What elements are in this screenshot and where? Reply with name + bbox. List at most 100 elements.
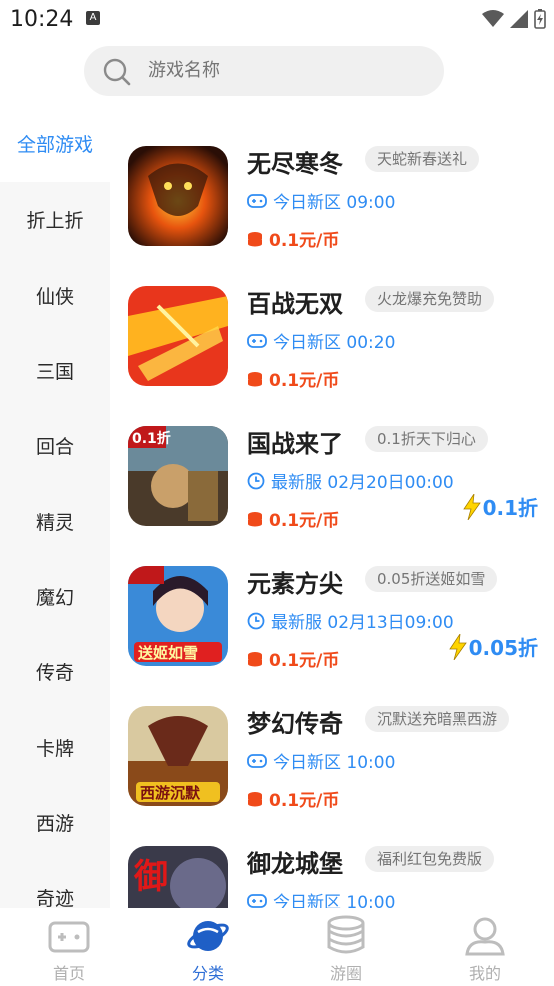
game-title: 元素方尖 xyxy=(247,570,343,598)
sidebar-item-all-games[interactable]: 全部游戏 xyxy=(0,130,110,157)
game-promo-tag: 0.05折送姬如雪 xyxy=(365,566,498,592)
game-price: 0.1元/币 xyxy=(247,366,339,391)
nav-category[interactable]: 分类 xyxy=(158,908,258,986)
game-title: 梦幻传奇 xyxy=(247,710,343,738)
coin-stack-icon xyxy=(248,651,262,666)
game-price: 0.1元/币 xyxy=(247,646,339,671)
game-promo-tag: 沉默送充暗黑西游 xyxy=(365,706,510,732)
stack-icon xyxy=(327,915,365,954)
gamepad-icon xyxy=(247,193,267,208)
gamepad-icon xyxy=(247,753,267,768)
sidebar-item-xianxia[interactable]: 仙侠 xyxy=(0,282,110,309)
game-price: 0.1元/币 xyxy=(247,786,339,811)
sidebar-item-xiyou[interactable]: 西游 xyxy=(0,809,110,836)
game-server-info: 今日新区 09:00 xyxy=(247,188,395,213)
game-promo-tag: 0.1折天下归心 xyxy=(365,426,488,452)
coin-stack-icon xyxy=(248,371,262,386)
sidebar-item-qiji[interactable]: 奇迹 xyxy=(0,884,110,908)
discount-text: 0.05折 xyxy=(468,636,538,660)
sidebar-item-mohuan[interactable]: 魔幻 xyxy=(0,583,110,610)
game-price-text: 0.1元/币 xyxy=(269,651,340,671)
game-list: 无尽寒冬 天蛇新春送礼 今日新区 09:00 0.1元/币 百战无双 火龙爆充免… xyxy=(110,110,554,908)
game-server-text: 最新服 02月20日00:00 xyxy=(271,473,454,493)
game-item[interactable]: 0.1折 国战来了 0.1折天下归心 最新服 02月20日00:00 0.1元/… xyxy=(110,390,554,531)
game-price-text: 0.1元/币 xyxy=(269,371,340,391)
sidebar-item-chuanqi[interactable]: 传奇 xyxy=(0,658,110,685)
status-time: 10:24 xyxy=(10,7,74,32)
game-promo-tag: 火龙爆充免赞助 xyxy=(365,286,495,312)
clock-icon xyxy=(247,472,265,489)
wifi-icon xyxy=(482,10,504,27)
bottom-nav: 首页 分类 游圈 我的 xyxy=(0,908,554,986)
game-title: 国战来了 xyxy=(247,430,343,458)
game-price-text: 0.1元/币 xyxy=(269,511,340,531)
gamepad-icon xyxy=(48,921,90,953)
game-thumbnail: 西游沉默 xyxy=(128,706,228,806)
game-thumbnail: 0.1折 xyxy=(128,426,228,526)
game-server-text: 今日新区 09:00 xyxy=(273,193,396,213)
nav-profile[interactable]: 我的 xyxy=(435,908,535,986)
status-icons xyxy=(482,9,546,29)
search-bar[interactable] xyxy=(84,46,444,96)
sidebar-item-sanguo[interactable]: 三国 xyxy=(0,357,110,384)
notification-a-icon: A xyxy=(86,11,100,25)
game-title: 无尽寒冬 xyxy=(247,150,343,178)
nav-label: 我的 xyxy=(468,964,501,983)
lightning-icon xyxy=(448,633,467,660)
gamepad-icon xyxy=(247,333,267,348)
coin-stack-icon xyxy=(248,791,262,806)
game-price: 0.1元/币 xyxy=(247,506,339,531)
thumb-label: 0.1折 xyxy=(132,430,171,447)
clock-icon xyxy=(247,612,265,629)
discount-text: 0.1折 xyxy=(482,496,538,520)
sidebar-item-huihe[interactable]: 回合 xyxy=(0,432,110,459)
game-item[interactable]: 百战无双 火龙爆充免赞助 今日新区 00:20 0.1元/币 xyxy=(110,250,554,391)
discount-badge: 0.05折 xyxy=(448,632,538,661)
thumb-label: 送姬如雪 xyxy=(137,644,198,662)
game-price-text: 0.1元/币 xyxy=(269,231,340,251)
game-server-info: 今日新区 00:20 xyxy=(247,328,395,353)
game-price: 0.1元/币 xyxy=(247,226,339,251)
game-title: 御龙城堡 xyxy=(247,850,343,878)
game-thumbnail: 送姬如雪 xyxy=(128,566,228,666)
signal-icon xyxy=(510,10,528,28)
nav-circle[interactable]: 游圈 xyxy=(296,908,396,986)
game-item[interactable]: 御 御龙城堡 福利红包免费版 今日新区 10:00 xyxy=(110,810,554,908)
discount-badge: 0.1折 xyxy=(462,492,538,521)
game-server-info: 今日新区 10:00 xyxy=(247,888,395,908)
search-icon xyxy=(103,58,131,86)
planet-icon xyxy=(187,921,229,951)
game-server-text: 最新服 02月13日09:00 xyxy=(271,613,454,633)
game-price-text: 0.1元/币 xyxy=(269,791,340,811)
game-item[interactable]: 送姬如雪 元素方尖 0.05折送姬如雪 最新服 02月13日09:00 0.1元… xyxy=(110,530,554,671)
game-server-text: 今日新区 10:00 xyxy=(273,893,396,908)
game-server-info: 今日新区 10:00 xyxy=(247,748,395,773)
status-bar: 10:24 A xyxy=(0,0,554,38)
category-sidebar: 全部游戏 折上折 仙侠 三国 回合 精灵 魔幻 传奇 卡牌 西游 奇迹 xyxy=(0,110,110,908)
game-server-info: 最新服 02月20日00:00 xyxy=(247,468,454,493)
nav-label: 分类 xyxy=(191,964,224,983)
nav-label: 游圈 xyxy=(329,964,362,983)
sidebar-item-jingling[interactable]: 精灵 xyxy=(0,508,110,535)
nav-label: 首页 xyxy=(52,964,85,983)
coin-stack-icon xyxy=(248,231,262,246)
gamepad-icon xyxy=(247,893,267,908)
nav-home[interactable]: 首页 xyxy=(19,908,119,986)
game-item[interactable]: 西游沉默 梦幻传奇 沉默送充暗黑西游 今日新区 10:00 0.1元/币 xyxy=(110,670,554,811)
game-item[interactable]: 无尽寒冬 天蛇新春送礼 今日新区 09:00 0.1元/币 xyxy=(110,110,554,251)
game-promo-tag: 福利红包免费版 xyxy=(365,846,495,872)
game-thumbnail xyxy=(128,286,228,386)
lightning-icon xyxy=(462,493,481,520)
thumb-label: 御 xyxy=(133,857,168,897)
game-thumbnail xyxy=(128,146,228,246)
game-server-text: 今日新区 10:00 xyxy=(273,753,396,773)
game-promo-tag: 天蛇新春送礼 xyxy=(365,146,480,172)
coin-stack-icon xyxy=(248,511,262,526)
sidebar-item-kapai[interactable]: 卡牌 xyxy=(0,734,110,761)
game-title: 百战无双 xyxy=(247,290,343,318)
game-server-text: 今日新区 00:20 xyxy=(273,333,396,353)
game-server-info: 最新服 02月13日09:00 xyxy=(247,608,454,633)
search-input[interactable] xyxy=(148,46,428,96)
sidebar-item-zheshangzhe[interactable]: 折上折 xyxy=(0,206,110,233)
game-thumbnail: 御 xyxy=(128,846,228,908)
